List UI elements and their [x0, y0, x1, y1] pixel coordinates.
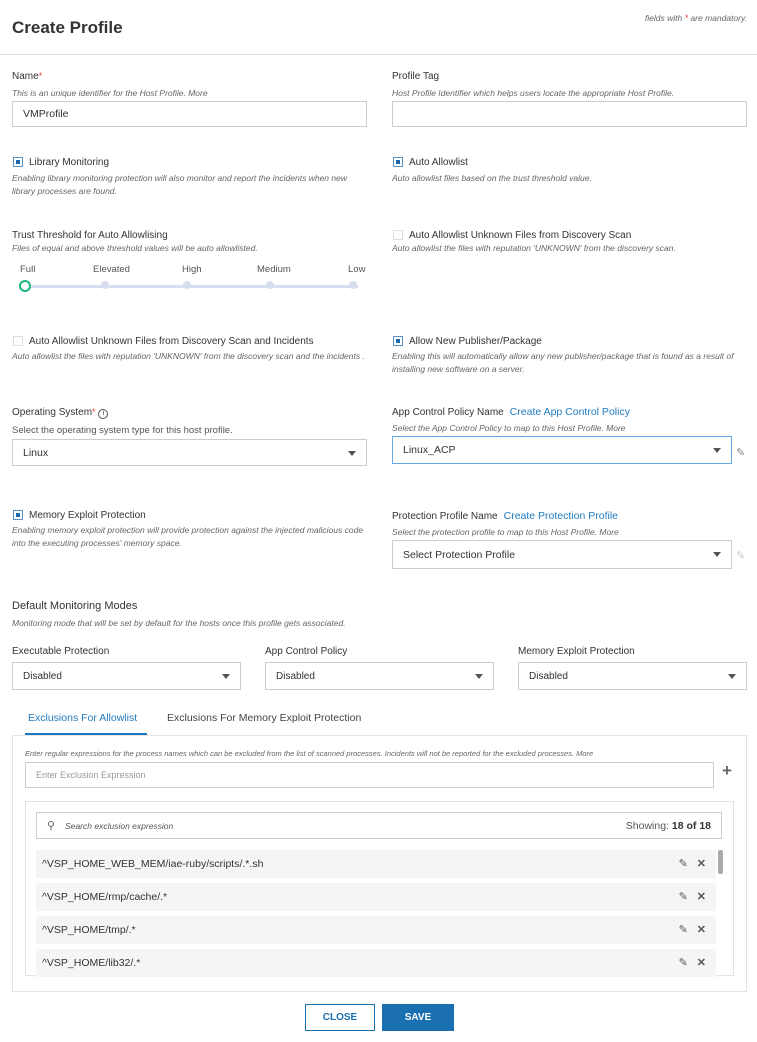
trust-slider-handle[interactable] — [19, 280, 31, 292]
profile-tag-help: Host Profile Identifier which helps user… — [392, 88, 675, 98]
showing-count: Showing: 18 of 18 — [625, 819, 711, 832]
exclusion-input[interactable]: Enter Exclusion Expression — [25, 762, 714, 788]
checkbox-icon[interactable] — [13, 157, 23, 168]
save-button[interactable]: SAVE — [382, 1004, 454, 1031]
auto-allowlist-help: Auto allowlist files based on the trust … — [392, 173, 592, 183]
memory-mode-label: Memory Exploit Protection — [518, 646, 635, 657]
allow-publisher-help: Enabling this will automatically allow a… — [392, 351, 734, 374]
profile-tag-label: Profile Tag — [392, 71, 440, 82]
scrollbar-thumb[interactable] — [718, 850, 723, 874]
auto-unknown-scan-checkbox[interactable]: Auto Allowlist Unknown Files from Discov… — [393, 230, 631, 241]
dropdown-caret-icon — [348, 451, 356, 456]
tab-exclusions-allowlist[interactable]: Exclusions For Allowlist — [28, 712, 137, 724]
delete-x-icon[interactable]: ✕ — [697, 923, 706, 936]
app-control-mode-select[interactable]: Disabled — [265, 662, 494, 690]
auto-unknown-incidents-help: Auto allowlist the files with reputation… — [12, 351, 365, 361]
exclusion-text: ^VSP_HOME/lib32/.* — [42, 957, 141, 969]
name-input[interactable]: VMProfile — [12, 101, 367, 127]
edit-pencil-icon[interactable]: ✎ — [679, 956, 688, 969]
exclusions-help: Enter regular expressions for the proces… — [25, 749, 594, 758]
auto-allowlist-checkbox[interactable]: Auto Allowlist — [393, 157, 468, 168]
divider — [0, 54, 757, 55]
dropdown-caret-icon — [713, 448, 721, 453]
dropdown-caret-icon — [713, 552, 721, 557]
trust-threshold-label: Trust Threshold for Auto Allowlising — [12, 230, 168, 241]
app-control-mode-label: App Control Policy — [265, 646, 348, 657]
name-label: Name* — [12, 71, 43, 82]
checkbox-icon[interactable] — [393, 157, 403, 168]
monitoring-title: Default Monitoring Modes — [12, 600, 138, 612]
search-icon: ⚲ — [47, 820, 56, 832]
checkbox-icon[interactable] — [13, 336, 23, 347]
slider-stop[interactable] — [349, 281, 357, 289]
level-elevated: Elevated — [93, 264, 130, 275]
level-full: Full — [20, 264, 36, 275]
tab-exclusions-memory[interactable]: Exclusions For Memory Exploit Protection — [167, 712, 361, 724]
profile-tag-input[interactable] — [392, 101, 747, 127]
mandatory-note: fields with * are mandatory. — [644, 13, 747, 23]
trust-threshold-help: Files of equal and above threshold value… — [12, 243, 258, 253]
edit-pencil-icon[interactable]: ✎ — [679, 890, 688, 903]
exclusion-row: ^VSP_HOME/tmp/.* ✎ ✕ — [36, 916, 716, 944]
exclusion-row: ^VSP_HOME/lib32/.* ✎ ✕ — [36, 949, 716, 977]
auto-unknown-incidents-checkbox[interactable]: Auto Allowlist Unknown Files from Discov… — [13, 336, 314, 347]
allow-publisher-checkbox[interactable]: Allow New Publisher/Package — [393, 336, 542, 347]
checkbox-icon[interactable] — [393, 336, 403, 347]
exclusion-text: ^VSP_HOME_WEB_MEM/iae-ruby/scripts/.*.sh — [42, 858, 264, 870]
executable-protection-label: Executable Protection — [12, 646, 110, 657]
dropdown-caret-icon — [222, 674, 230, 679]
level-low: Low — [348, 264, 366, 275]
checkbox-icon[interactable] — [13, 510, 23, 521]
memory-exploit-help: Enabling memory exploit protection will … — [12, 525, 364, 548]
create-app-control-link[interactable]: Create App Control Policy — [510, 406, 630, 418]
protection-profile-label: Protection Profile Name Create Protection… — [392, 510, 618, 522]
exclusion-text: ^VSP_HOME/rmp/cache/.* — [42, 891, 168, 903]
add-plus-icon[interactable]: + — [722, 761, 732, 781]
protection-profile-select[interactable]: Select Protection Profile — [392, 540, 732, 569]
auto-unknown-scan-help: Auto allowlist the files with reputation… — [392, 243, 676, 253]
checkbox-icon[interactable] — [393, 230, 403, 241]
exclusion-text: ^VSP_HOME/tmp/.* — [42, 924, 136, 936]
exclusion-row: ^VSP_HOME_WEB_MEM/iae-ruby/scripts/.*.sh… — [36, 850, 716, 878]
os-label: Operating System* i — [12, 407, 109, 419]
create-protection-profile-link[interactable]: Create Protection Profile — [504, 510, 618, 522]
edit-pencil-icon[interactable]: ✎ — [736, 446, 745, 459]
page-title: Create Profile — [12, 18, 123, 37]
level-high: High — [182, 264, 202, 275]
monitoring-help: Monitoring mode that will be set by defa… — [12, 618, 346, 628]
edit-pencil-icon: ✎ — [736, 550, 746, 562]
trust-slider-track[interactable] — [25, 285, 358, 288]
info-icon[interactable]: i — [98, 409, 109, 419]
library-monitoring-checkbox[interactable]: Library Monitoring — [13, 157, 109, 168]
delete-x-icon[interactable]: ✕ — [697, 890, 706, 903]
delete-x-icon[interactable]: ✕ — [697, 857, 706, 870]
exclusion-row: ^VSP_HOME/rmp/cache/.* ✎ ✕ — [36, 883, 716, 911]
delete-x-icon[interactable]: ✕ — [697, 956, 706, 969]
slider-stop[interactable] — [101, 281, 109, 289]
level-medium: Medium — [257, 264, 291, 275]
os-select[interactable]: Linux — [12, 439, 367, 466]
memory-mode-select[interactable]: Disabled — [518, 662, 747, 690]
edit-pencil-icon[interactable]: ✎ — [679, 857, 688, 870]
dropdown-caret-icon — [728, 674, 736, 679]
dropdown-caret-icon — [475, 674, 483, 679]
library-monitoring-help: Enabling library monitoring protection w… — [12, 173, 347, 196]
os-help: Select the operating system type for thi… — [12, 425, 233, 436]
search-exclusion-input[interactable]: ⚲ Search exclusion expression Showing: 1… — [36, 812, 722, 839]
app-control-select[interactable]: Linux_ACP — [392, 436, 732, 464]
memory-exploit-checkbox[interactable]: Memory Exploit Protection — [13, 510, 146, 521]
slider-stop[interactable] — [183, 281, 191, 289]
close-button[interactable]: CLOSE — [305, 1004, 375, 1031]
slider-stop[interactable] — [266, 281, 274, 289]
name-help: This is an unique identifier for the Hos… — [12, 88, 208, 98]
app-control-label: App Control Policy Name Create App Contro… — [392, 406, 630, 418]
protection-profile-help: Select the protection profile to map to … — [392, 527, 619, 537]
app-control-help: Select the App Control Policy to map to … — [392, 423, 626, 433]
executable-protection-select[interactable]: Disabled — [12, 662, 241, 690]
edit-pencil-icon[interactable]: ✎ — [679, 923, 688, 936]
